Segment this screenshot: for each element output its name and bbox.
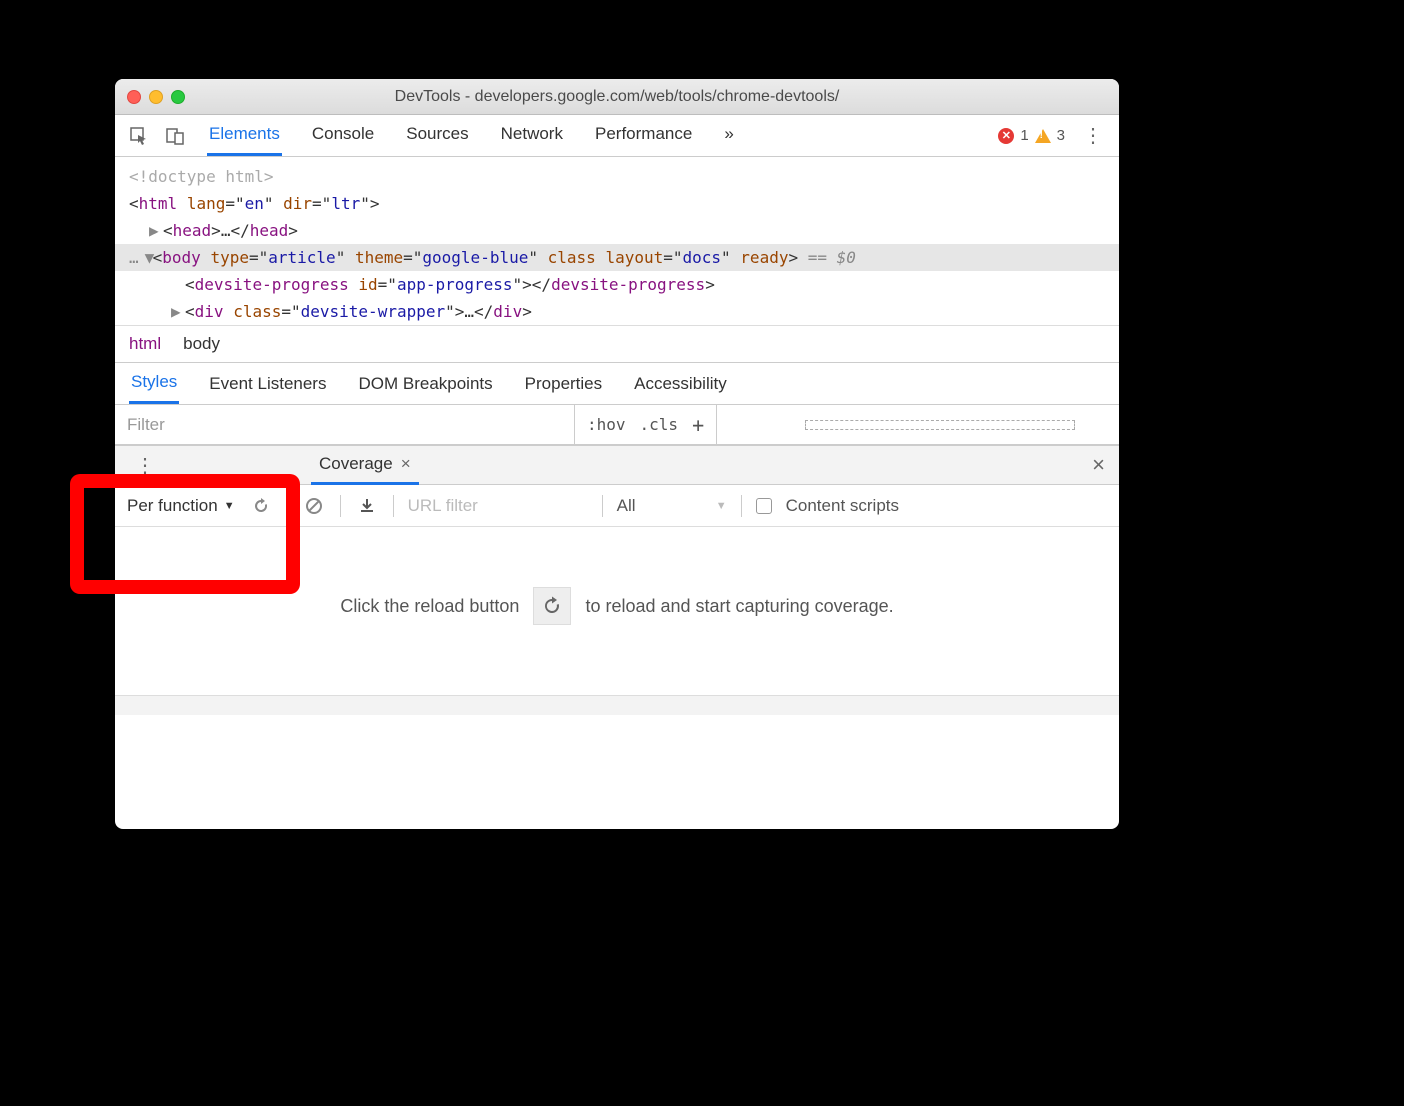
tab-performance[interactable]: Performance — [593, 115, 694, 156]
drawer-menu-button[interactable]: ⋮ — [129, 453, 161, 478]
footer-bar — [115, 695, 1119, 715]
coverage-empty-state: Click the reload button to reload and st… — [115, 527, 1119, 695]
head-node[interactable]: ▶<head>…</head> — [129, 217, 1119, 244]
drawer-close-button[interactable]: × — [1092, 452, 1105, 478]
drawer-tab-coverage[interactable]: Coverage × — [311, 446, 419, 485]
doctype-node: <!doctype html> — [129, 167, 274, 186]
content-scripts-label: Content scripts — [786, 496, 899, 516]
inspect-element-icon[interactable] — [125, 122, 153, 150]
body-node-selected[interactable]: …▼<body type="article" theme="google-blu… — [115, 244, 1119, 271]
warning-count: 3 — [1057, 127, 1065, 144]
drawer-tab-coverage-label: Coverage — [319, 454, 393, 474]
breadcrumb: html body — [115, 325, 1119, 363]
coverage-toolbar: Per function ▼ All ▼ Content scripts — [115, 485, 1119, 527]
type-filter-dropdown[interactable]: All ▼ — [617, 496, 727, 516]
hov-toggle[interactable]: :hov — [587, 415, 626, 434]
devtools-window: DevTools - developers.google.com/web/too… — [115, 79, 1119, 829]
subtab-dom-breakpoints[interactable]: DOM Breakpoints — [356, 365, 494, 403]
tab-network[interactable]: Network — [499, 115, 565, 156]
coverage-granularity-dropdown[interactable]: Per function ▼ — [127, 496, 235, 516]
titlebar: DevTools - developers.google.com/web/too… — [115, 79, 1119, 115]
breadcrumb-body[interactable]: body — [183, 334, 220, 354]
error-count: 1 — [1020, 127, 1028, 144]
html-node[interactable]: <html lang="en" dir="ltr"> — [129, 190, 1119, 217]
tab-console[interactable]: Console — [310, 115, 376, 156]
empty-text-post: to reload and start capturing coverage. — [585, 596, 893, 617]
tab-elements[interactable]: Elements — [207, 115, 282, 156]
type-filter-label: All — [617, 496, 636, 516]
devsite-wrapper-node[interactable]: ▶<div class="devsite-wrapper">…</div> — [129, 298, 1119, 325]
empty-text-pre: Click the reload button — [340, 596, 519, 617]
styles-toggles: :hov .cls + — [575, 405, 717, 444]
window-title: DevTools - developers.google.com/web/too… — [115, 88, 1119, 106]
main-toolbar: Elements Console Sources Network Perform… — [115, 115, 1119, 157]
content-scripts-checkbox[interactable] — [756, 498, 772, 514]
settings-menu-button[interactable]: ⋮ — [1077, 123, 1109, 148]
error-warning-counts[interactable]: ✕ 1 3 — [998, 127, 1065, 144]
subtab-event-listeners[interactable]: Event Listeners — [207, 365, 328, 403]
main-tabs: Elements Console Sources Network Perform… — [207, 115, 736, 156]
warning-icon — [1035, 129, 1051, 143]
subtab-accessibility[interactable]: Accessibility — [632, 365, 729, 403]
device-mode-icon[interactable] — [161, 122, 189, 150]
new-style-rule-button[interactable]: + — [692, 413, 704, 437]
clear-icon[interactable] — [302, 494, 326, 518]
box-model-preview — [805, 420, 1075, 430]
tab-sources[interactable]: Sources — [404, 115, 470, 156]
subtab-styles[interactable]: Styles — [129, 363, 179, 404]
subtab-properties[interactable]: Properties — [523, 365, 604, 403]
styles-tabs: Styles Event Listeners DOM Breakpoints P… — [115, 363, 1119, 405]
breadcrumb-html[interactable]: html — [129, 334, 161, 354]
styles-filter-bar: :hov .cls + — [115, 405, 1119, 445]
dom-tree[interactable]: <!doctype html> <html lang="en" dir="ltr… — [115, 157, 1119, 325]
export-icon[interactable] — [355, 494, 379, 518]
reload-button[interactable] — [533, 587, 571, 625]
chevron-down-icon: ▼ — [224, 500, 235, 512]
url-filter-input[interactable] — [408, 496, 588, 516]
chevron-down-icon: ▼ — [716, 500, 727, 512]
drawer-tab-close-icon[interactable]: × — [401, 454, 411, 474]
devsite-progress-node[interactable]: <devsite-progress id="app-progress"></de… — [129, 271, 1119, 298]
more-tabs-button[interactable]: » — [722, 115, 735, 156]
dropdown-label: Per function — [127, 496, 218, 516]
cls-toggle[interactable]: .cls — [640, 415, 679, 434]
drawer-tabs: ⋮ Coverage × × — [115, 445, 1119, 485]
styles-filter-input[interactable] — [115, 405, 575, 444]
reload-icon[interactable] — [249, 494, 273, 518]
error-icon: ✕ — [998, 128, 1014, 144]
